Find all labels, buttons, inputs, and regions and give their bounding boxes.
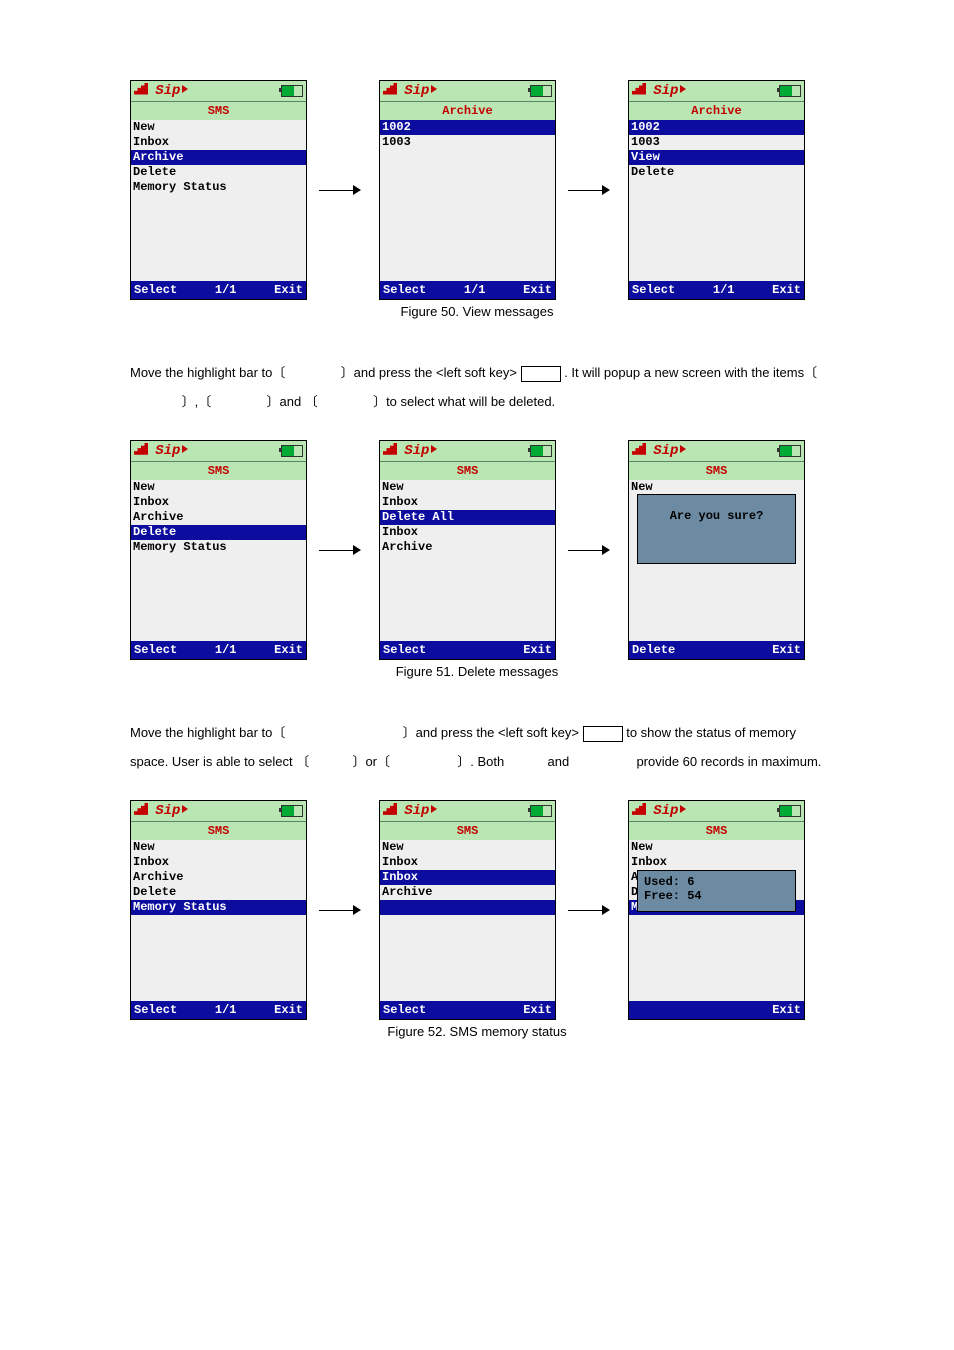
memory-free: Free: 54 [644, 889, 789, 903]
menu-item-archive[interactable]: Archive [380, 540, 555, 555]
menu-item-inbox: Inbox [629, 855, 804, 870]
screen-title: SMS [131, 822, 306, 840]
memory-popup: Used: 6 Free: 54 [637, 870, 796, 912]
phone-screen-sms-memory: Sip SMS New Inbox Archive Delete Memory … [130, 800, 307, 1020]
softkey-left[interactable]: Select [383, 1003, 426, 1017]
phone-screen-delete-scope: Sip SMS New Inbox Delete All Inbox Archi… [379, 440, 556, 660]
menu-item-inbox[interactable]: Inbox [131, 855, 306, 870]
list-item[interactable]: 1002 [380, 120, 555, 135]
menu-item-view[interactable]: View [629, 150, 804, 165]
menu-item-archive[interactable]: Archive [131, 510, 306, 525]
screen-title: SMS [380, 462, 555, 480]
menu-item-new: New [629, 480, 804, 495]
menu-item-new[interactable]: New [131, 840, 306, 855]
page-indicator: 1/1 [713, 283, 735, 297]
menu-item-memory[interactable]: Memory Status [131, 180, 306, 195]
softkey-right[interactable]: Exit [523, 643, 552, 657]
softkey-right[interactable]: Exit [523, 1003, 552, 1017]
memory-used: Used: 6 [644, 875, 789, 889]
menu-item-delete[interactable]: Delete [629, 165, 804, 180]
softkey-right[interactable]: Exit [274, 1003, 303, 1017]
screen-title: SMS [131, 462, 306, 480]
figure-caption: Figure 51. Delete messages [130, 664, 824, 679]
softkey-left[interactable]: Delete [632, 643, 675, 657]
phone-screen-archive-list: Sip Archive 1002 1003 Select 1/1 Exit [379, 80, 556, 300]
softkey-left[interactable]: Select [632, 283, 675, 297]
phone-screen-sms-delete: Sip SMS New Inbox Archive Delete Memory … [130, 440, 307, 660]
sip-icon: Sip [155, 83, 188, 99]
softkey-right[interactable]: Exit [772, 1003, 801, 1017]
menu-item-inbox[interactable]: Inbox [380, 870, 555, 885]
softkey-left[interactable]: Select [383, 643, 426, 657]
menu-item-new[interactable]: New [380, 480, 555, 495]
phone-screen-confirm: Sip SMS New Are you sure? Delete Exit [628, 440, 805, 660]
softkey-placeholder [583, 726, 623, 742]
softkey-right[interactable]: Exit [274, 643, 303, 657]
document-page: Sip SMS New Inbox Archive Delete Memory … [0, 0, 954, 1139]
softkey-left[interactable]: Select [134, 1003, 177, 1017]
figure-caption: Figure 50. View messages [130, 304, 824, 319]
figure-52-row: Sip SMS New Inbox Archive Delete Memory … [130, 800, 824, 1020]
menu-item-blank [380, 900, 555, 915]
menu-item-inbox[interactable]: Inbox [380, 495, 555, 510]
screen-title: SMS [629, 462, 804, 480]
menu-item-new[interactable]: New [380, 840, 555, 855]
screen-title: Archive [380, 102, 555, 120]
figure-51-row: Sip SMS New Inbox Archive Delete Memory … [130, 440, 824, 660]
softkey-placeholder [521, 366, 561, 382]
signal-icon [134, 83, 148, 95]
battery-icon [281, 85, 303, 97]
phone-screen-sms-archive: Sip SMS New Inbox Archive Delete Memory … [130, 80, 307, 300]
menu-item-memory[interactable]: Memory Status [131, 540, 306, 555]
menu-item-inbox[interactable]: Inbox [131, 495, 306, 510]
menu-item-memory[interactable]: Memory Status [131, 900, 306, 915]
menu-item-inbox[interactable]: Inbox [380, 525, 555, 540]
softkey-right[interactable]: Exit [274, 283, 303, 297]
menu-item-delete[interactable]: Delete [131, 165, 306, 180]
screen-title: SMS [629, 822, 804, 840]
screen-title: SMS [380, 822, 555, 840]
softkey-right[interactable]: Exit [523, 283, 552, 297]
page-indicator: 1/1 [215, 283, 237, 297]
menu-item-archive[interactable]: Archive [131, 870, 306, 885]
screen-title: Archive [629, 102, 804, 120]
page-indicator: 1/1 [215, 1003, 237, 1017]
menu-item-inbox[interactable]: Inbox [131, 135, 306, 150]
softkey-left[interactable]: Select [134, 283, 177, 297]
menu-item-new[interactable]: New [131, 480, 306, 495]
menu-item-archive[interactable]: Archive [380, 885, 555, 900]
page-indicator: 1/1 [215, 643, 237, 657]
paragraph: Move the highlight bar to〔 〕and press th… [130, 359, 824, 416]
phone-screen-memory-scope: Sip SMS New Inbox Inbox Archive Select E… [379, 800, 556, 1020]
list-item[interactable]: 1003 [380, 135, 555, 150]
paragraph: Move the highlight bar to〔 〕and press th… [130, 719, 824, 776]
figure-caption: Figure 52. SMS memory status [130, 1024, 824, 1039]
menu-item-inbox[interactable]: Inbox [380, 855, 555, 870]
menu-item-archive[interactable]: Archive [131, 150, 306, 165]
menu-item-delete[interactable]: Delete [131, 885, 306, 900]
figure-50-row: Sip SMS New Inbox Archive Delete Memory … [130, 80, 824, 300]
list-item[interactable]: 1002 [629, 120, 804, 135]
screen-title: SMS [131, 102, 306, 120]
softkey-right[interactable]: Exit [772, 643, 801, 657]
phone-screen-archive-options: Sip Archive 1002 1003 View Delete Select… [628, 80, 805, 300]
status-bar: Sip [131, 81, 306, 102]
softkey-left[interactable]: Select [134, 643, 177, 657]
confirm-text: Are you sure? [670, 509, 764, 523]
softkey-left[interactable]: Select [383, 283, 426, 297]
page-indicator: 1/1 [464, 283, 486, 297]
list-item[interactable]: 1003 [629, 135, 804, 150]
menu-item-delete[interactable]: Delete [131, 525, 306, 540]
confirm-popup: Are you sure? [637, 494, 796, 564]
menu-item-new[interactable]: New [131, 120, 306, 135]
menu-item-delete-all[interactable]: Delete All [380, 510, 555, 525]
menu-item-new: New [629, 840, 804, 855]
phone-screen-memory-result: Sip SMS New Inbox Ar De Me Used: 6 Free:… [628, 800, 805, 1020]
softkey-right[interactable]: Exit [772, 283, 801, 297]
